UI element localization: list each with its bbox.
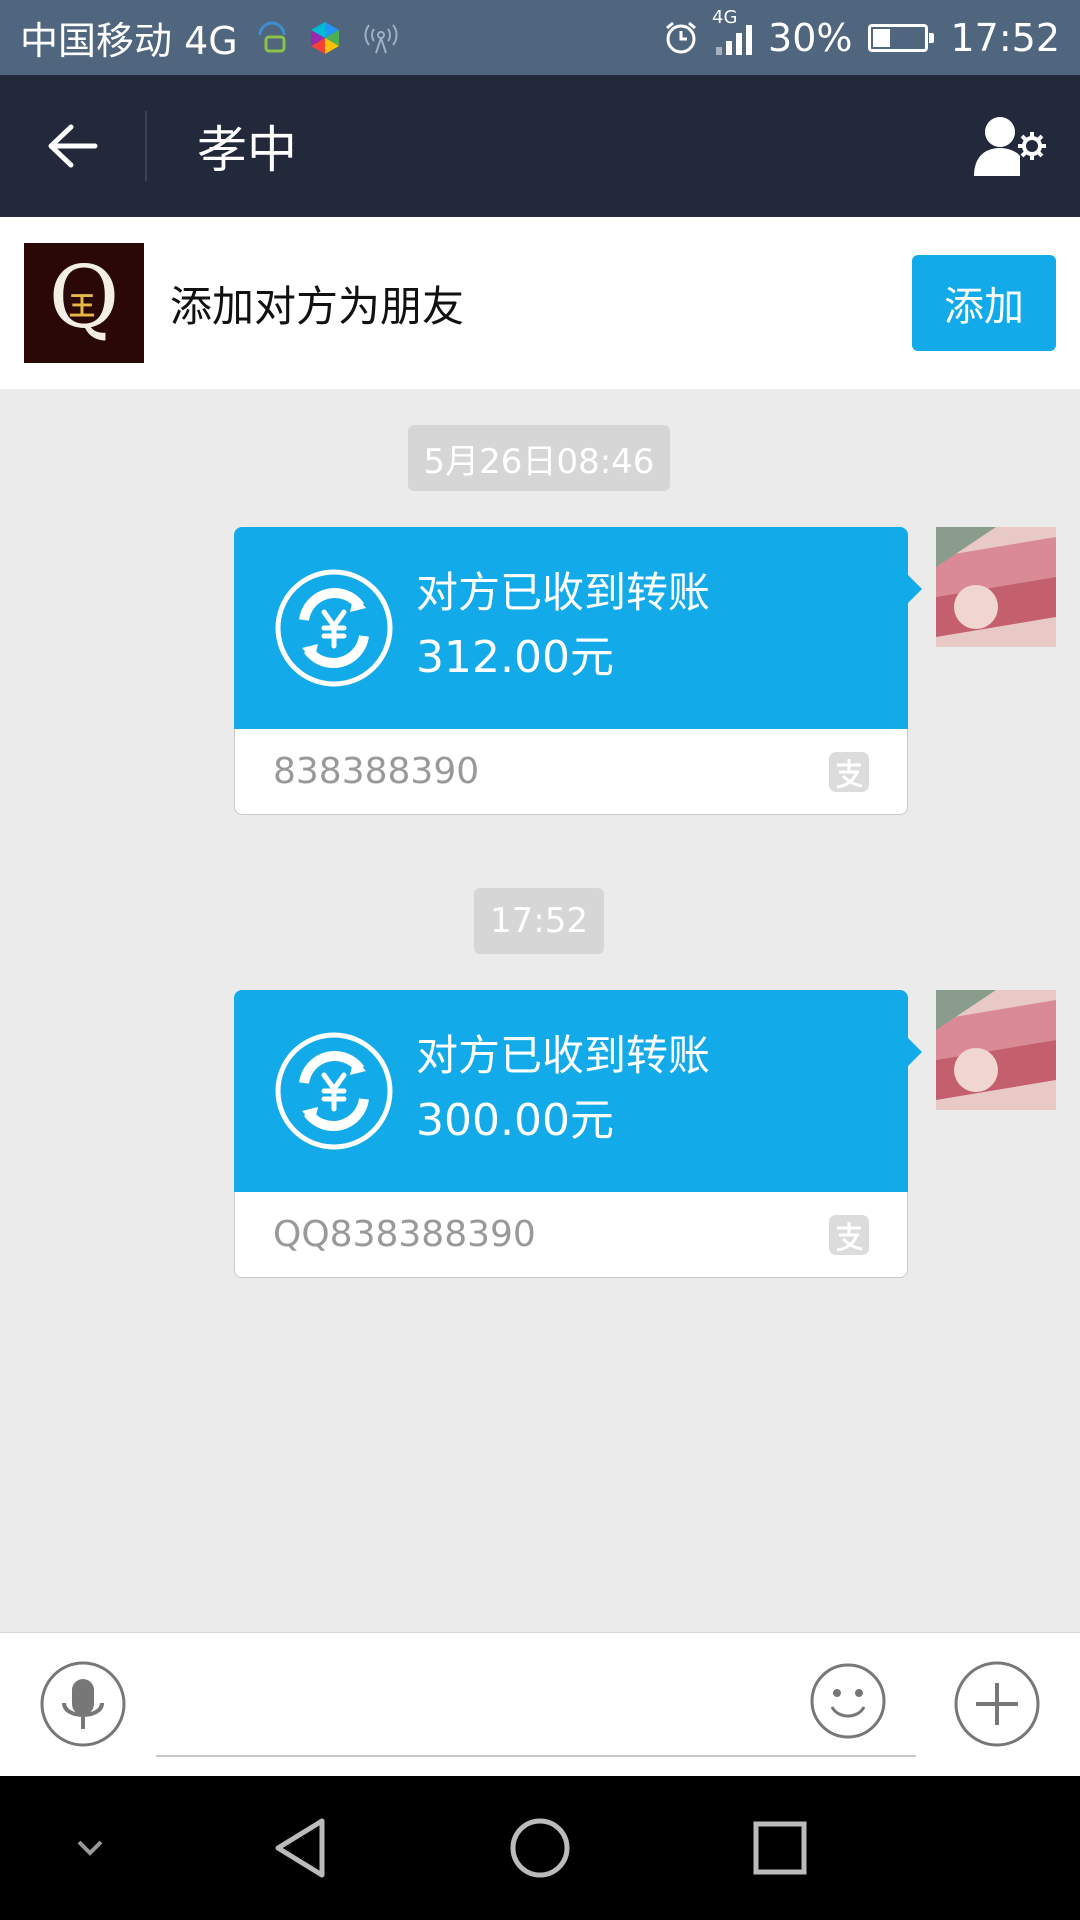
emoji-icon — [810, 1663, 886, 1739]
transfer-yuan-icon — [275, 1032, 393, 1150]
more-button[interactable] — [954, 1661, 1040, 1747]
app-icon — [310, 21, 339, 54]
my-avatar[interactable] — [936, 527, 1056, 647]
add-friend-button[interactable]: 添加 — [912, 255, 1056, 351]
status-time: 17:52 — [950, 15, 1060, 60]
transfer-note: 838388390 — [273, 751, 480, 792]
chat-notification-icon — [258, 21, 286, 52]
avatar-logo-icon: Q 王 — [24, 243, 144, 363]
voice-button[interactable] — [40, 1661, 126, 1747]
transfer-card-header: 对方已收到转账 300.00元 — [234, 990, 922, 1192]
transfer-note: QQ838388390 — [273, 1214, 536, 1255]
alipay-icon — [829, 751, 869, 792]
money-photo-icon — [936, 990, 1056, 1110]
transfer-yuan-icon — [275, 569, 393, 687]
transfer-card-footer: 838388390 — [234, 729, 908, 815]
battery-fill — [873, 28, 890, 47]
page-title: 孝中 — [197, 121, 297, 179]
system-home-button[interactable] — [500, 1776, 580, 1920]
battery-icon — [868, 23, 935, 52]
system-recents-button[interactable] — [740, 1776, 820, 1920]
transfer-card-header: 对方已收到转账 312.00元 — [234, 527, 922, 729]
transfer-card-text: 对方已收到转账 300.00元 — [416, 1026, 710, 1156]
back-button[interactable] — [0, 75, 145, 217]
transfer-card-footer: QQ838388390 — [234, 1192, 908, 1278]
emoji-button[interactable] — [810, 1663, 886, 1739]
timestamp-pill: 5月26日08:46 — [408, 425, 670, 491]
system-nav-bar — [0, 1776, 1080, 1920]
transfer-card-text: 对方已收到转账 312.00元 — [416, 563, 710, 693]
add-friend-text: 添加对方为朋友 — [170, 281, 465, 331]
timestamp-pill: 17:52 — [474, 888, 604, 954]
avatar-char: 王 — [69, 292, 95, 322]
transfer-card[interactable]: 对方已收到转账 300.00元 QQ838388390 — [234, 990, 922, 1278]
status-left: 中国移动 4G — [20, 10, 400, 65]
nav-bar: 孝中 — [0, 75, 1080, 217]
money-photo-icon — [936, 527, 1056, 647]
my-avatar[interactable] — [936, 990, 1056, 1110]
profile-settings-icon — [974, 117, 1046, 176]
battery-percent: 30% — [768, 15, 853, 60]
back-triangle-icon — [275, 1818, 325, 1878]
network-badge: 4G — [712, 6, 738, 28]
carrier-label: 中国移动 4G — [20, 19, 238, 63]
system-back-button[interactable] — [260, 1776, 340, 1920]
transfer-title: 对方已收到转账 — [416, 1031, 711, 1080]
home-circle-icon — [510, 1818, 570, 1878]
contact-avatar[interactable]: Q 王 — [24, 243, 144, 363]
alarm-icon — [666, 21, 696, 53]
collapse-button[interactable] — [60, 1776, 120, 1920]
hotspot-icon — [364, 23, 398, 53]
transfer-title: 对方已收到转账 — [416, 568, 711, 617]
collapse-icon — [77, 1840, 103, 1856]
signal-group: 4G — [712, 7, 753, 55]
timestamp-text: 5月26日08:46 — [423, 441, 655, 482]
plus-icon — [954, 1661, 1040, 1747]
message-input[interactable] — [156, 1653, 916, 1757]
add-friend-bar: Q 王 添加对方为朋友 添加 — [0, 217, 1080, 389]
recents-square-icon — [753, 1821, 807, 1875]
status-bar: 中国移动 4G 4G 30% 17:52 — [0, 0, 1080, 75]
status-right: 4G 30% 17:52 — [662, 7, 1060, 60]
alipay-icon — [829, 1214, 869, 1255]
microphone-icon — [40, 1661, 126, 1747]
back-arrow-icon — [48, 124, 97, 168]
nav-divider — [145, 111, 147, 181]
transfer-amount: 300.00元 — [416, 1095, 614, 1146]
chat-input-bar — [0, 1632, 1080, 1777]
timestamp-text: 17:52 — [490, 901, 588, 941]
transfer-card[interactable]: 对方已收到转账 312.00元 838388390 — [234, 527, 922, 815]
transfer-amount: 312.00元 — [416, 632, 614, 683]
profile-settings-button[interactable] — [965, 101, 1055, 191]
